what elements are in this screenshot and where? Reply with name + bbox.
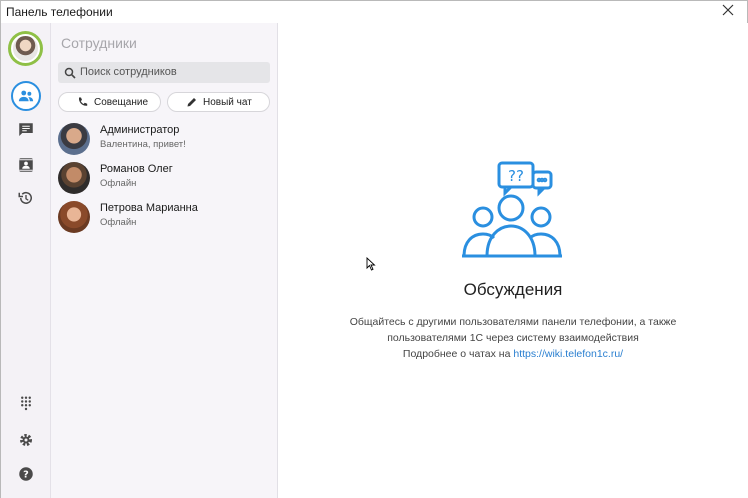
- contact-name: Романов Олег: [100, 163, 173, 175]
- contact-item[interactable]: Петрова Марианна Офлайн: [51, 198, 278, 237]
- contact-name: Администратор: [100, 124, 180, 136]
- discussions-title: Обсуждения: [463, 280, 563, 299]
- search-icon: [64, 66, 76, 79]
- help-icon[interactable]: ?: [11, 459, 41, 489]
- my-avatar[interactable]: [8, 31, 43, 66]
- title-bar: Панель телефонии: [1, 1, 747, 23]
- nav-rail: ?: [1, 23, 51, 498]
- discussions-line-3: Подробнее о чатах на https://wiki.telefo…: [278, 348, 748, 360]
- meeting-button[interactable]: Совещание: [58, 92, 161, 112]
- people-icon[interactable]: [11, 81, 41, 111]
- wiki-link[interactable]: https://wiki.telefon1c.ru/: [513, 348, 623, 360]
- window-title: Панель телефонии: [6, 5, 113, 19]
- search-input[interactable]: Поиск сотрудников: [58, 62, 270, 83]
- new-chat-button[interactable]: Новый чат: [167, 92, 270, 112]
- app-window: Панель телефонии ? Сотрудники Поиск сотр…: [0, 0, 748, 498]
- contact-item[interactable]: Романов Олег Офлайн: [51, 159, 278, 198]
- close-icon[interactable]: [721, 3, 737, 19]
- discussions-area: ?? Обсуждения Общайтесь с другими пользо…: [278, 23, 748, 498]
- contact-name: Петрова Марианна: [100, 202, 198, 214]
- discussion-people-icon: ??: [461, 160, 565, 264]
- svg-text:??: ??: [508, 167, 524, 185]
- history-icon[interactable]: [11, 183, 41, 213]
- contact-avatar: [58, 162, 90, 194]
- mouse-cursor-icon: [366, 257, 376, 271]
- contact-status: Офлайн: [100, 217, 137, 228]
- contact-status: Валентина, привет!: [100, 139, 186, 150]
- contact-item[interactable]: Администратор Валентина, привет!: [51, 120, 278, 159]
- discussions-line-1: Общайтесь с другими пользователями панел…: [349, 316, 677, 328]
- panel-heading: Сотрудники: [61, 35, 137, 51]
- contact-avatar: [58, 201, 90, 233]
- dialpad-icon[interactable]: [11, 388, 41, 418]
- contact-status: Офлайн: [100, 178, 137, 189]
- chat-icon[interactable]: [11, 115, 41, 145]
- meeting-label: Совещание: [94, 96, 149, 108]
- new-chat-label: Новый чат: [203, 96, 252, 108]
- gear-icon[interactable]: [11, 425, 41, 455]
- svg-text:?: ?: [23, 469, 29, 480]
- more-info-prefix: Подробнее о чатах на: [402, 348, 514, 360]
- contacts-book-icon[interactable]: [11, 150, 41, 180]
- contact-avatar: [58, 123, 90, 155]
- phone-icon: [78, 97, 88, 106]
- discussions-line-2: пользователями 1С через систему взаимоде…: [387, 332, 639, 344]
- employees-panel: Сотрудники Поиск сотрудников Совещание Н…: [51, 23, 278, 498]
- pencil-icon: [187, 98, 196, 107]
- search-placeholder: Поиск сотрудников: [80, 66, 177, 78]
